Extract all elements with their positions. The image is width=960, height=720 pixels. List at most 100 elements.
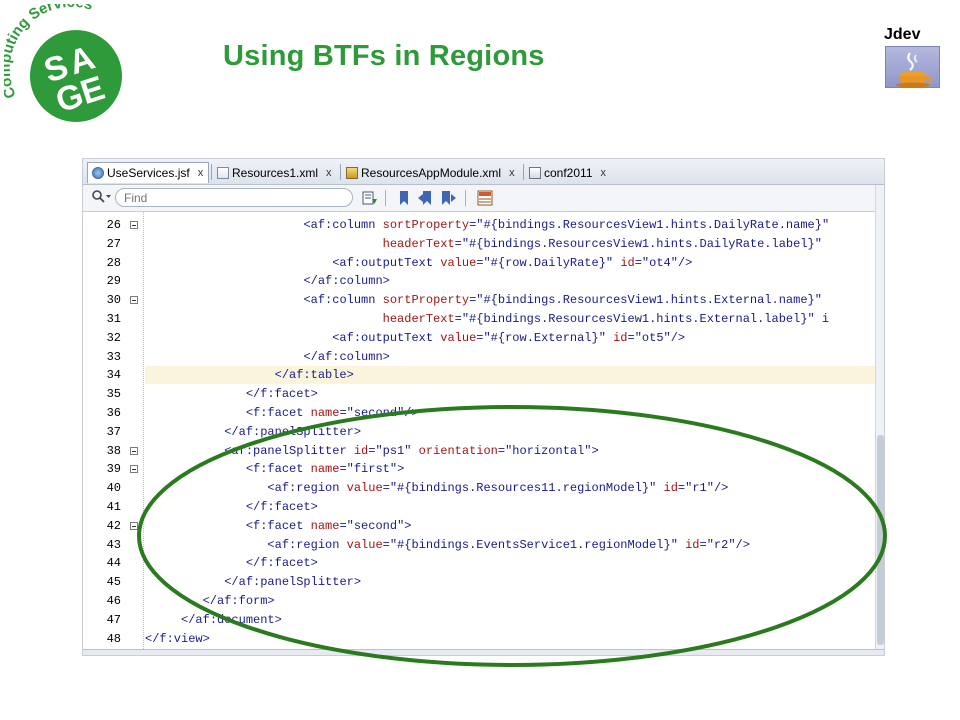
grid-icon[interactable]: [476, 189, 494, 207]
code-line[interactable]: 33 </af:column>: [83, 348, 875, 366]
pin-icon[interactable]: [361, 189, 379, 207]
jsf-file-icon: [92, 167, 104, 179]
code-token: =: [339, 406, 347, 420]
code-line[interactable]: 40 <af:region value="#{bindings.Resource…: [83, 479, 875, 497]
tab-resourcesappmodule[interactable]: ResourcesAppModule.xml x: [342, 162, 522, 183]
code-line[interactable]: 38 <af:panelSplitter id = "ps1" orientatio…: [83, 442, 875, 460]
fold-collapse-icon[interactable]: [130, 446, 138, 455]
structure-breadcrumb: [83, 649, 884, 655]
code-line[interactable]: 39 <f:facet name="first">: [83, 460, 875, 478]
code-line[interactable]: 30 <af:column sortProperty="#{bindings.R…: [83, 291, 875, 309]
code-editor[interactable]: 26 <af:column sortProperty="#{bindings.R…: [83, 212, 875, 649]
scrollbar-thumb[interactable]: [877, 435, 884, 645]
code-token: sortProperty: [382, 293, 470, 308]
code-token: =: [382, 481, 390, 496]
code-line[interactable]: 27 headerText="#{bindings.ResourcesView1…: [83, 235, 875, 253]
line-number: 38: [106, 443, 121, 458]
bookmark-icon[interactable]: [395, 189, 413, 207]
code-line[interactable]: 35 </f:facet>: [83, 385, 875, 403]
code-text: <af:outputText value = "#{row.External}" i…: [145, 329, 875, 347]
close-icon[interactable]: x: [198, 167, 204, 179]
toolbar-divider: [465, 190, 466, 206]
code-token: =: [454, 312, 462, 326]
code-text: </af:panelSplitter>: [145, 573, 875, 591]
close-icon[interactable]: x: [601, 167, 607, 179]
next-bookmark-icon[interactable]: [439, 189, 457, 207]
app-module-icon: [346, 166, 358, 179]
code-text: <f:facet name="first">: [145, 460, 875, 478]
code-line[interactable]: 44 </f:facet>: [83, 554, 875, 572]
code-text: <f:facet name="second">: [145, 517, 875, 535]
code-token: "#{bindings.EventsService1.regionModel}": [389, 537, 678, 552]
code-line[interactable]: 46 </af:form>: [83, 592, 875, 610]
code-line[interactable]: 41 </f:facet>: [83, 498, 875, 516]
code-token: value: [346, 481, 383, 496]
code-token: <af:column: [303, 293, 383, 308]
code-token: value: [440, 330, 477, 345]
code-token: "#{bindings.ResourcesView1.hints.Externa…: [461, 312, 815, 326]
code-token: "second": [346, 406, 405, 420]
tab-resources1[interactable]: Resources1.xml x: [213, 162, 337, 183]
code-text: </af:column>: [145, 348, 875, 366]
close-icon[interactable]: x: [509, 167, 515, 179]
fold-collapse-icon[interactable]: [130, 221, 138, 229]
code-line[interactable]: 45 </af:panelSplitter>: [83, 573, 875, 591]
line-number: 41: [106, 500, 121, 514]
find-input[interactable]: [115, 188, 353, 207]
code-line[interactable]: 43 <af:region value="#{bindings.EventsSe…: [83, 536, 875, 554]
code-token: value: [440, 255, 477, 270]
code-token: orientation: [418, 443, 498, 458]
code-token: <f:facet: [245, 462, 311, 477]
code-line[interactable]: 31 headerText="#{bindings.ResourcesView1…: [83, 310, 875, 328]
tab-conf2011[interactable]: conf2011 x: [525, 162, 617, 183]
code-text: </f:view>: [145, 630, 875, 648]
vertical-scrollbar[interactable]: [875, 185, 884, 655]
code-token: id: [620, 255, 635, 270]
close-icon[interactable]: x: [326, 167, 332, 179]
code-line[interactable]: 28 <af:outputText value = "#{row.DailyRate…: [83, 254, 875, 272]
code-text: <af:column sortProperty="#{bindings.Reso…: [145, 216, 875, 234]
code-line[interactable]: 34 </af:table>: [83, 366, 875, 385]
code-token: >: [591, 443, 599, 458]
code-line[interactable]: 36 <f:facet name="second"/>: [83, 404, 875, 422]
code-line[interactable]: 29 </af:column>: [83, 272, 875, 290]
code-line[interactable]: 48 </f:view>: [83, 630, 875, 648]
fold-collapse-icon[interactable]: [130, 296, 138, 305]
code-token: </f:view>: [145, 631, 210, 646]
tab-label: UseServices.jsf: [107, 166, 190, 180]
code-text: <af:panelSplitter id="ps1" orientation="…: [145, 442, 875, 460]
fold-collapse-icon[interactable]: [130, 521, 138, 530]
editor-toolbar: [83, 185, 884, 212]
code-token: "ot4": [641, 255, 678, 270]
code-token: i: [814, 312, 830, 326]
fold-collapse-icon[interactable]: [130, 465, 138, 474]
code-text: </af:table>: [145, 366, 875, 385]
code-token: <af:outputText: [332, 255, 441, 270]
code-token: "#{row.DailyRate}": [483, 255, 614, 270]
code-text: <f:facet name="second"/>: [145, 404, 875, 422]
code-token: "r2": [706, 537, 736, 552]
prev-bookmark-icon[interactable]: [417, 189, 435, 207]
code-text: </af:form>: [145, 592, 875, 610]
code-token: =: [627, 330, 635, 345]
code-token: </af:form>: [202, 594, 275, 608]
tab-useservices[interactable]: UseServices.jsf x: [87, 162, 209, 183]
code-line[interactable]: 42 <f:facet name="second">: [83, 517, 875, 535]
search-icon[interactable]: [91, 189, 111, 205]
code-line[interactable]: 37 </af:panelSplitter>: [83, 423, 875, 441]
code-token: >: [397, 462, 405, 477]
code-token: />: [670, 330, 686, 345]
code-token: <f:facet: [245, 406, 311, 420]
code-line[interactable]: 47 </af:document>: [83, 611, 875, 629]
code-line[interactable]: 26 <af:column sortProperty="#{bindings.R…: [83, 216, 875, 234]
code-token: "ps1": [375, 443, 412, 458]
line-number: 37: [106, 424, 121, 439]
tab-divider: [211, 164, 212, 180]
code-line[interactable]: 32 <af:outputText value = "#{row.External}…: [83, 329, 875, 347]
line-number: 27: [106, 236, 121, 251]
code-text: <af:region value="#{bindings.Resources11…: [145, 479, 875, 497]
